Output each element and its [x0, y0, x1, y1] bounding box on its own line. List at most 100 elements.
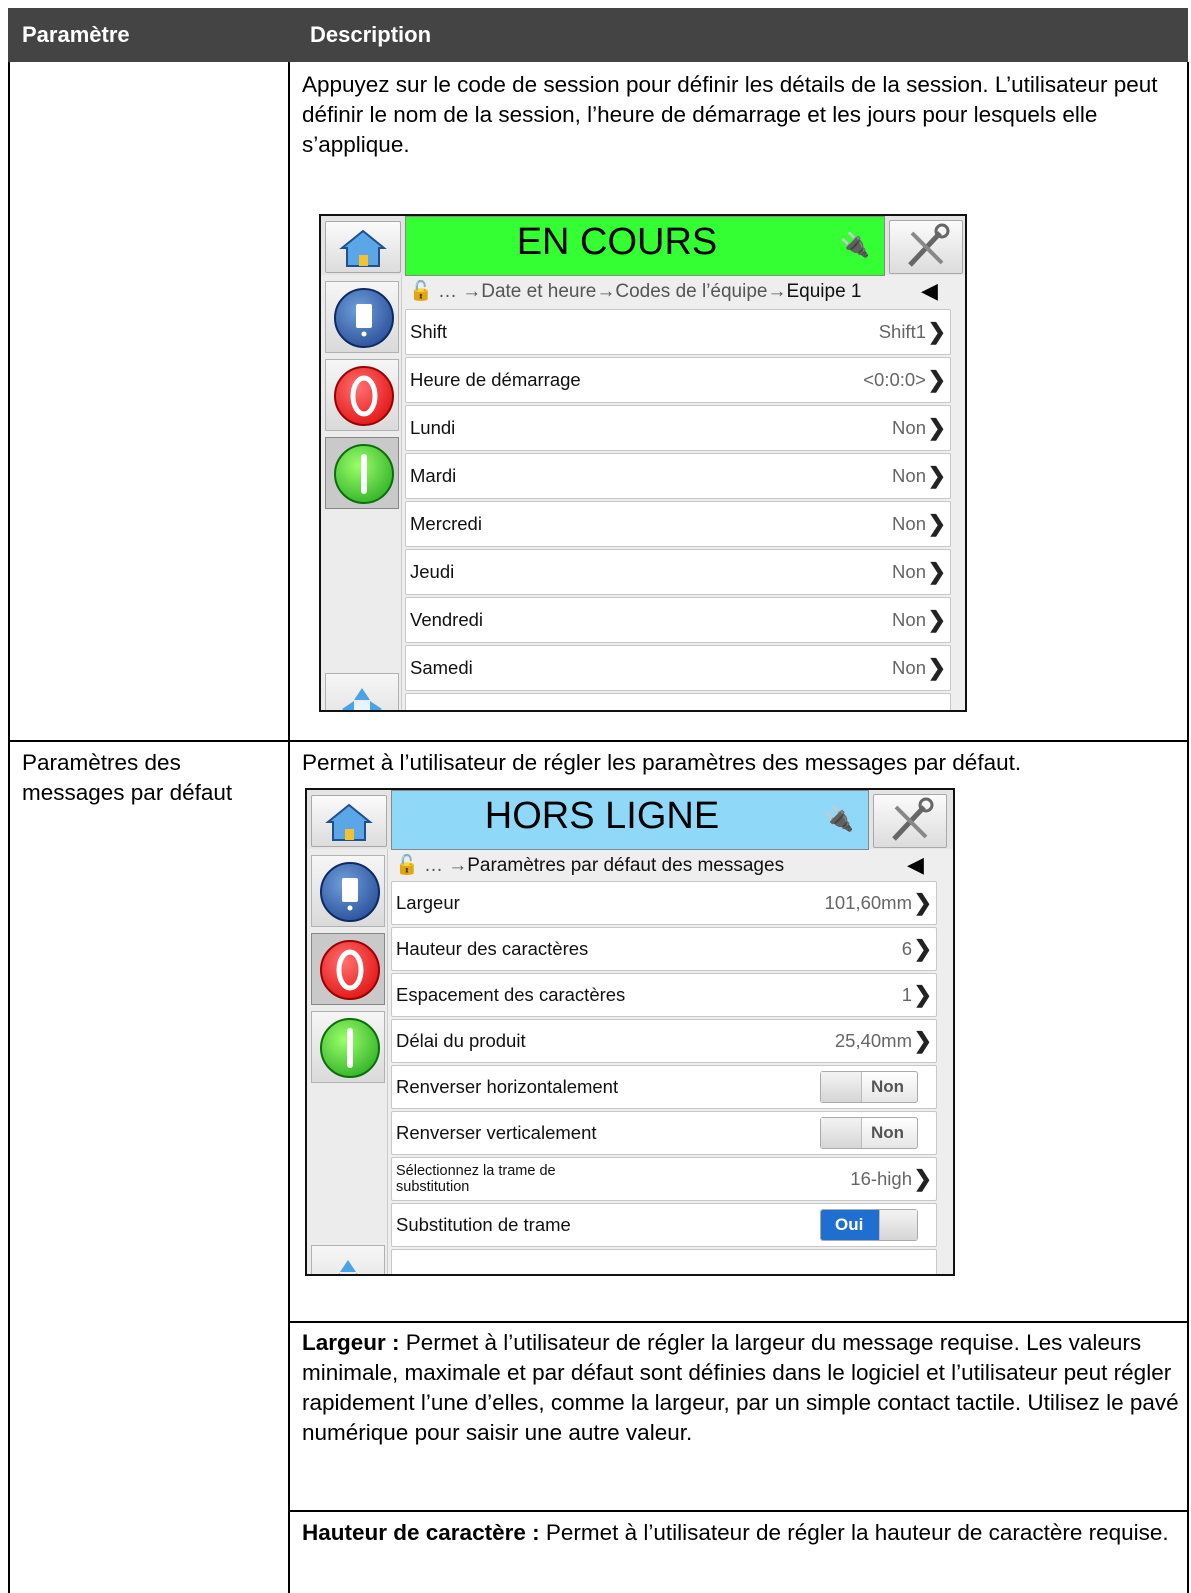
start-icon — [320, 1018, 380, 1078]
list-item[interactable]: Mardi Non ❯ — [405, 453, 951, 499]
ink-button[interactable] — [325, 281, 399, 353]
start-button[interactable] — [325, 437, 399, 509]
breadcrumb-current: Equipe 1 — [786, 281, 862, 302]
plug-icon: 🔌 — [824, 806, 854, 833]
navigate-icon — [338, 1260, 358, 1274]
item-value: Non — [892, 657, 926, 678]
ink-icon — [320, 862, 380, 922]
row2-description: Permet à l’utilisateur de régler les par… — [302, 750, 1022, 775]
item-label: Délai du produit — [396, 1030, 526, 1051]
list-item[interactable]: Heure de démarrage <0:0:0> ❯ — [405, 357, 951, 403]
device-screen-offline: HORS LIGNE 🔌 🔓 … →Paramètres par défaut … — [305, 788, 955, 1276]
item-label: Mardi — [410, 465, 457, 486]
stop-icon — [320, 940, 380, 1000]
tools-button[interactable] — [889, 220, 963, 274]
item-label: Substitution de trame — [396, 1214, 571, 1235]
item-value: 1 — [901, 984, 912, 1005]
list-item[interactable]: Shift Shift1 ❯ — [405, 309, 951, 355]
item-label: Lundi — [410, 417, 456, 438]
toggle-label: Non — [871, 1077, 905, 1096]
chevron-right-icon: ❯ — [927, 559, 946, 584]
item-label: Renverser verticalement — [396, 1122, 597, 1143]
toggle-switch[interactable]: Non — [820, 1071, 918, 1103]
list-item[interactable]: Hauteur des caractères 6 ❯ — [391, 927, 937, 971]
device-screen-running: EN COURS 🔌 🔓 … →Date et heure→Codes de l… — [319, 214, 967, 712]
item-label: Vendredi — [410, 609, 484, 630]
tools-button[interactable] — [873, 794, 947, 848]
list-item[interactable]: Jeudi Non ❯ — [405, 549, 951, 595]
row4-description: Hauteur de caractère : Permet à l’utilis… — [302, 1518, 1182, 1548]
chevron-right-icon: ❯ — [913, 936, 932, 961]
tools-icon — [908, 223, 950, 267]
ink-button[interactable] — [311, 855, 385, 927]
table-border-left — [8, 62, 10, 1593]
list-item[interactable]: Sélectionnez la trame de substitution 16-… — [391, 1157, 937, 1201]
item-value: 16-high — [850, 1168, 912, 1189]
side-nav — [321, 275, 402, 710]
toggle-label: Non — [871, 1123, 905, 1142]
item-value: 6 — [901, 938, 912, 959]
status-bar[interactable]: HORS LIGNE 🔌 — [391, 790, 869, 850]
header-parametre: Paramètre — [22, 22, 130, 47]
item-label: Largeur — [396, 892, 460, 913]
row3-term: Largeur : — [302, 1330, 400, 1355]
header-description: Description — [310, 22, 432, 47]
list-item[interactable]: Espacement des caractères 1 ❯ — [391, 973, 937, 1017]
item-label: Heure de démarrage — [410, 369, 581, 390]
toggle-switch[interactable]: Oui — [820, 1209, 918, 1241]
item-label: Samedi — [410, 657, 473, 678]
home-button[interactable] — [325, 221, 401, 273]
toggle-knob — [821, 1118, 862, 1148]
item-value: Non — [892, 561, 926, 582]
chevron-right-icon: ❯ — [927, 607, 946, 632]
item-label: Hauteur des caractères — [396, 938, 589, 959]
list-item[interactable]: Renverser verticalement Non — [391, 1111, 937, 1155]
status-bar[interactable]: EN COURS 🔌 — [405, 216, 885, 276]
list-item[interactable]: Substitution de trame Oui — [391, 1203, 937, 1247]
stop-icon — [334, 366, 394, 426]
lock-icon: 🔓 — [395, 855, 419, 876]
item-label: Espacement des caractères — [396, 984, 626, 1005]
item-label: Jeudi — [410, 561, 455, 582]
item-value: <0:0:0> — [863, 369, 926, 390]
list-item[interactable]: Lundi Non ❯ — [405, 405, 951, 451]
breadcrumb: 🔓 … →Paramètres par défaut des messages — [395, 853, 784, 877]
navigate-button[interactable] — [325, 673, 399, 710]
item-label: Renverser horizontalement — [396, 1076, 619, 1097]
list-item-partial[interactable] — [405, 693, 951, 710]
item-label: Sélectionnez la trame de substitution — [396, 1163, 556, 1195]
status-label: HORS LIGNE — [484, 795, 720, 837]
list-item[interactable]: Samedi Non ❯ — [405, 645, 951, 691]
home-icon — [339, 229, 387, 267]
start-button[interactable] — [311, 1011, 385, 1083]
table-header: Paramètre Description — [8, 8, 1188, 62]
start-icon — [334, 444, 394, 504]
row-divider — [8, 740, 1188, 742]
chevron-right-icon: ❯ — [913, 1166, 932, 1191]
list-item-partial[interactable] — [391, 1249, 937, 1274]
row3-description: Largeur : Permet à l’utilisateur de régl… — [302, 1328, 1182, 1448]
home-button[interactable] — [311, 795, 387, 847]
row-divider — [288, 1510, 1188, 1512]
stop-button[interactable] — [311, 933, 385, 1005]
list-item[interactable]: Renverser horizontalement Non — [391, 1065, 937, 1109]
breadcrumb-trail[interactable]: … →Date et heure→Codes de l’équipe→ — [438, 281, 787, 302]
toggle-knob — [821, 1072, 862, 1102]
list-item[interactable]: Délai du produit 25,40mm ❯ — [391, 1019, 937, 1063]
list-item[interactable]: Largeur 101,60mm ❯ — [391, 881, 937, 925]
back-arrow-icon[interactable]: ◀ — [921, 278, 938, 304]
list-item[interactable]: Vendredi Non ❯ — [405, 597, 951, 643]
ink-icon — [334, 288, 394, 348]
row-divider — [288, 1321, 1188, 1323]
navigate-button[interactable] — [311, 1245, 385, 1274]
breadcrumb: 🔓 … →Date et heure→Codes de l’équipe→Equ… — [409, 279, 862, 303]
item-label: Mercredi — [410, 513, 482, 534]
stop-button[interactable] — [325, 359, 399, 431]
list-item[interactable]: Mercredi Non ❯ — [405, 501, 951, 547]
chevron-right-icon: ❯ — [913, 890, 932, 915]
toggle-switch[interactable]: Non — [820, 1117, 918, 1149]
chevron-right-icon: ❯ — [913, 982, 932, 1007]
back-arrow-icon[interactable]: ◀ — [907, 852, 924, 878]
table-border-right — [1187, 62, 1189, 1593]
breadcrumb-trail[interactable]: … → — [424, 855, 467, 876]
